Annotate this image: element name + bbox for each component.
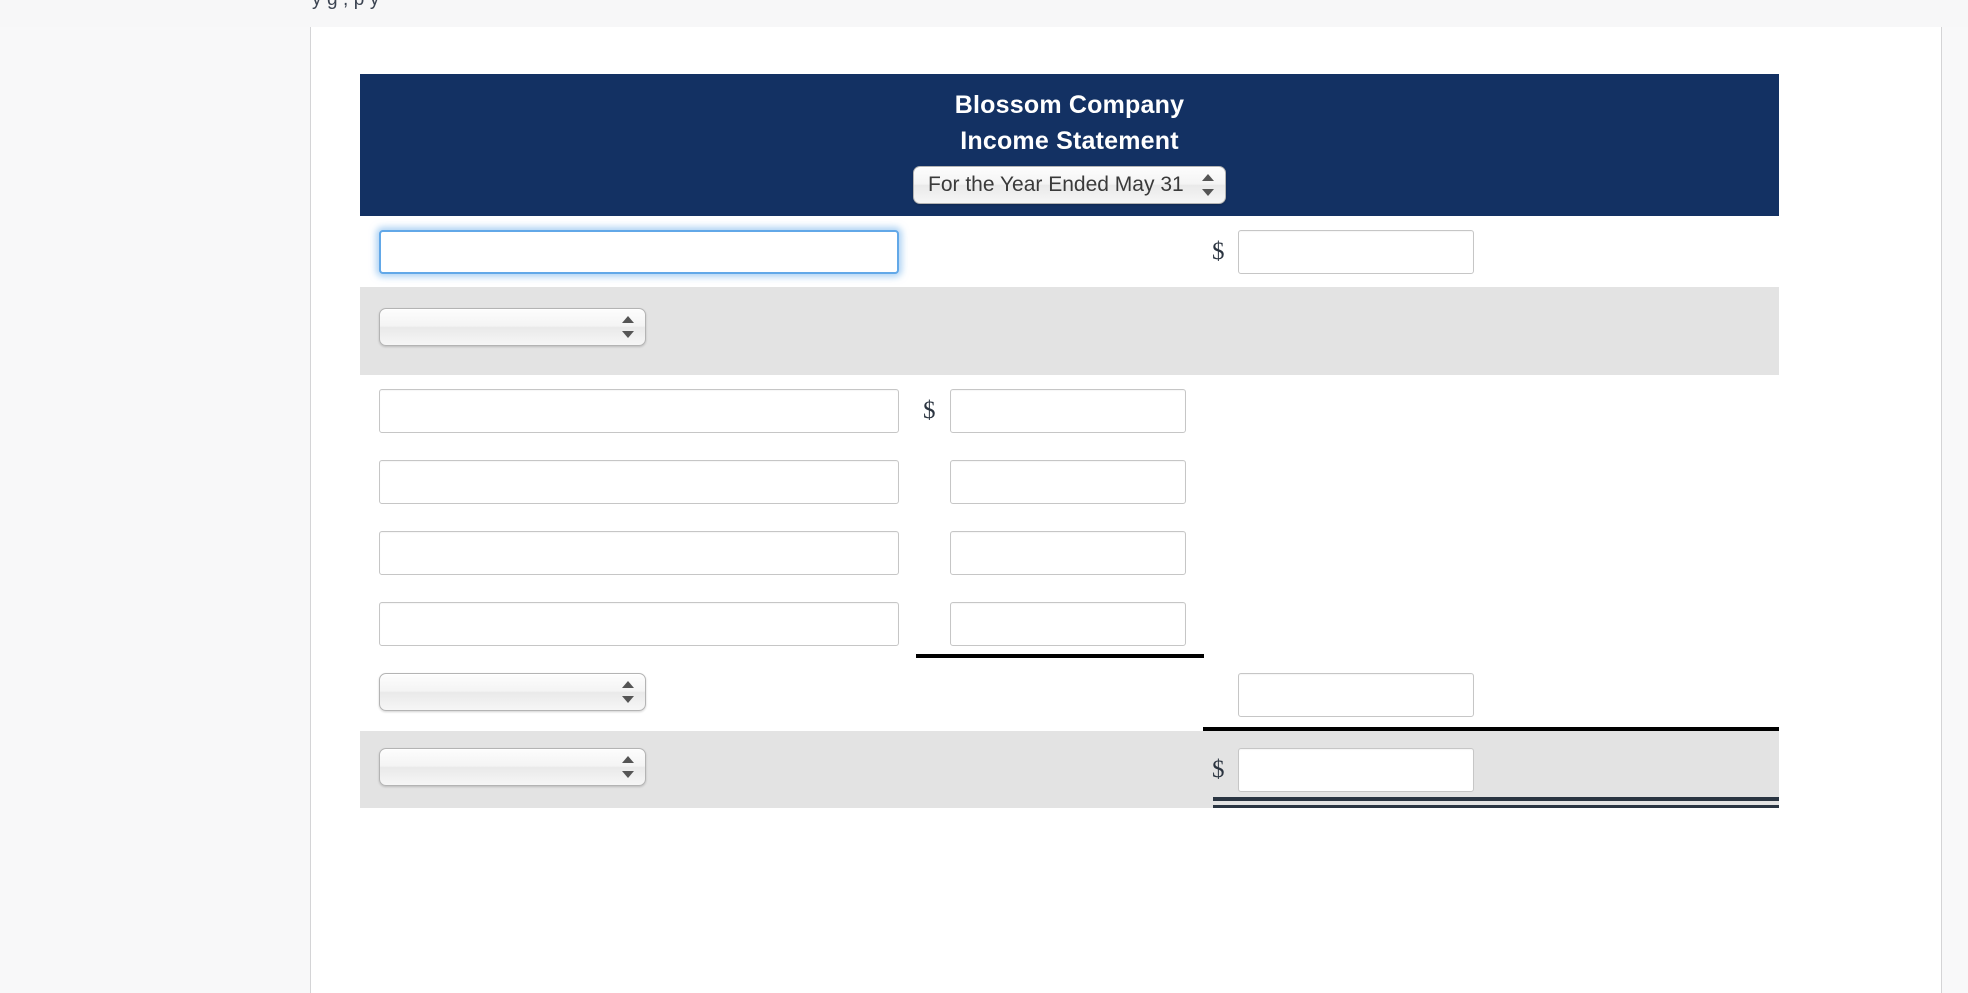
row-2-select[interactable] <box>379 308 646 346</box>
row-7-amount-input[interactable] <box>1238 673 1474 717</box>
row-8-amount-input[interactable] <box>1238 748 1474 792</box>
row-8-dollar-sign: $ <box>1212 756 1225 783</box>
left-sidebar-panel <box>0 27 311 993</box>
row-2-select-box <box>379 308 646 346</box>
row-3-amount-input[interactable] <box>950 389 1186 433</box>
period-select-box: For the Year Ended May 31 <box>913 166 1226 204</box>
period-select[interactable]: For the Year Ended May 31 <box>913 166 1226 204</box>
page-content: Blossom Company Income Statement For the… <box>311 27 1941 993</box>
row-3-label-input[interactable] <box>379 389 899 433</box>
row-5-amount-input[interactable] <box>950 531 1186 575</box>
row-3-dollar-sign: $ <box>923 397 936 424</box>
row-6-label-input[interactable] <box>379 602 899 646</box>
table-row <box>360 588 1779 659</box>
row-6-amount-input[interactable] <box>950 602 1186 646</box>
period-select-wrapper: For the Year Ended May 31 <box>360 166 1779 204</box>
table-row: $ <box>360 731 1779 808</box>
row-1-label-input[interactable] <box>379 230 899 274</box>
table-row <box>360 287 1779 375</box>
right-gutter-panel <box>1941 27 1968 993</box>
row-5-label-input[interactable] <box>379 531 899 575</box>
row-1-dollar-sign: $ <box>1212 238 1225 265</box>
table-row <box>360 659 1779 731</box>
app-screen: y g , p y Blossom Company Income Stateme… <box>0 0 1968 993</box>
table-row <box>360 446 1779 517</box>
row-7-select[interactable] <box>379 673 646 711</box>
row-1-amount-input[interactable] <box>1238 230 1474 274</box>
statement-title: Income Statement <box>960 127 1179 155</box>
row-4-label-input[interactable] <box>379 460 899 504</box>
subtotal-rule-single <box>916 654 1204 658</box>
table-row: $ <box>360 216 1779 287</box>
income-statement-table: Blossom Company Income Statement For the… <box>360 74 1779 808</box>
row-8-select-box <box>379 748 646 786</box>
table-row <box>360 517 1779 588</box>
row-8-select[interactable] <box>379 748 646 786</box>
table-row: $ <box>360 375 1779 446</box>
company-name: Blossom Company <box>954 91 1185 119</box>
statement-header: Blossom Company Income Statement For the… <box>360 74 1779 216</box>
row-4-amount-input[interactable] <box>950 460 1186 504</box>
cut-off-question-text: y g , p y <box>312 0 1932 13</box>
row-7-select-box <box>379 673 646 711</box>
net-income-rule-double <box>1213 797 1779 808</box>
